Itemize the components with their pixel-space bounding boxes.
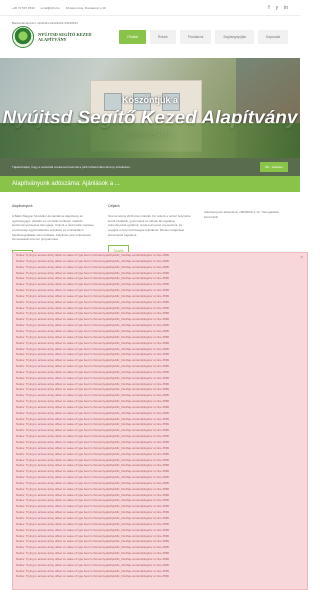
nav-item-page[interactable]: Főoldalunk [179,30,212,44]
email-text[interactable]: email@info.hu [41,6,60,10]
nav-item-help[interactable]: Segítségnyújtás [215,30,254,44]
logo[interactable]: NYÚJTSD SEGÍTŐ KEZED ALAPÍTVÁNY [12,26,92,48]
main-nav: Főoldal Rólunk Főoldalunk Segítségnyújtá… [119,30,288,44]
nav-item-about[interactable]: Rólunk [149,30,176,44]
tax-number-banner: Alapítványunk adószáma: Ajánlások a ... [0,176,300,192]
php-error-box: × Notice: Trying to access array offset … [12,252,308,590]
error-lines: Notice: Trying to access array offset on… [13,253,307,580]
contact-info: +36 70 567 3543 email@info.hu Főváros ut… [12,6,106,10]
twitter-icon[interactable]: y [276,5,279,11]
social-links: f y in [268,5,288,11]
hero-subtitle: weboldalán [127,130,173,140]
nav-item-contact[interactable]: Kapcsolat [258,30,288,44]
column-title: Alapítványunk [12,204,33,208]
hero-welcome: Köszöntjük a [121,95,178,105]
error-line: Notice: Trying to access array offset on… [16,574,169,579]
brand-name: NYÚJTSD SEGÍTŐ KEZED ALAPÍTVÁNY [38,31,92,42]
logo-icon [12,26,34,48]
nav-item-home[interactable]: Főoldal [119,30,146,44]
column-text: Alapítványunk adószáma: 18000000-1-13. T… [204,210,279,219]
hero-title: Nyújtsd Segítő Kezed Alapítvány [2,108,298,129]
address-text: Főváros utca, Dunakeszi u 10 [65,5,106,10]
bank-info: Bankszámlaszám: 11111111-22222222-333333… [12,21,78,25]
cookie-text: Tájékoztatjuk, hogy a weboldal cookie-ka… [12,165,131,169]
linkedin-icon[interactable]: in [284,5,288,11]
hero-banner: Köszöntjük a Nyújtsd Segítő Kezed Alapít… [0,58,300,158]
column-text: Szervezetünk 2010 óta működik. Fő célunk… [108,214,191,237]
cookie-bar: Tájékoztatjuk, hogy a weboldal cookie-ka… [0,158,300,176]
phone-text[interactable]: +36 70 567 3543 [12,6,35,10]
column-title: Céljaink [108,204,120,208]
cookie-accept-button[interactable]: OK - értettem [259,162,288,172]
column-text: A Bálint Magyar Szociális Humanitárius A… [12,214,95,242]
facebook-icon[interactable]: f [268,5,269,11]
close-icon[interactable]: × [300,255,303,261]
